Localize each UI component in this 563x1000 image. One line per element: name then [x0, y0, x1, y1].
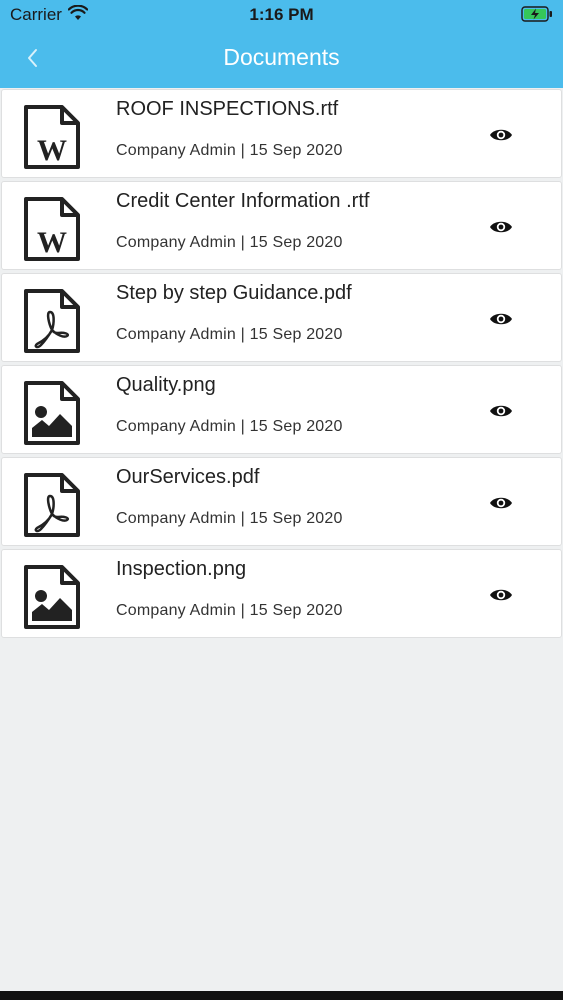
document-row[interactable]: OurServices.pdf Company Admin | 15 Sep 2…	[1, 457, 562, 546]
home-indicator-bar	[0, 991, 563, 1000]
document-name: Inspection.png	[116, 558, 247, 580]
eye-icon[interactable]	[489, 218, 513, 236]
document-name: Quality.png	[116, 374, 216, 396]
eye-icon[interactable]	[489, 126, 513, 144]
eye-icon[interactable]	[489, 310, 513, 328]
clock: 1:16 PM	[249, 5, 314, 24]
document-row[interactable]: W Credit Center Information .rtf Company…	[1, 181, 562, 270]
document-row[interactable]: Inspection.png Company Admin | 15 Sep 20…	[1, 549, 562, 638]
svg-text:W: W	[37, 226, 67, 259]
eye-icon[interactable]	[489, 402, 513, 420]
word-file-icon: W	[24, 105, 80, 169]
word-file-icon: W	[24, 197, 80, 261]
document-meta: Company Admin | 15 Sep 2020	[116, 510, 343, 527]
document-name: OurServices.pdf	[116, 466, 260, 488]
status-bar: Carrier 1:16 PM	[0, 0, 563, 30]
svg-text:W: W	[37, 134, 67, 167]
document-meta: Company Admin | 15 Sep 2020	[116, 142, 343, 159]
document-row[interactable]: Quality.png Company Admin | 15 Sep 2020	[1, 365, 562, 454]
document-name: Credit Center Information .rtf	[116, 190, 370, 212]
document-meta: Company Admin | 15 Sep 2020	[116, 602, 343, 619]
document-row[interactable]: Step by step Guidance.pdf Company Admin …	[1, 273, 562, 362]
document-row[interactable]: W ROOF INSPECTIONS.rtf Company Admin | 1…	[1, 89, 562, 178]
document-meta: Company Admin | 15 Sep 2020	[116, 326, 343, 343]
document-name: ROOF INSPECTIONS.rtf	[116, 98, 339, 120]
document-meta: Company Admin | 15 Sep 2020	[116, 234, 343, 251]
image-file-icon	[24, 381, 80, 445]
eye-icon[interactable]	[489, 586, 513, 604]
pdf-file-icon	[24, 473, 80, 537]
documents-list: W ROOF INSPECTIONS.rtf Company Admin | 1…	[0, 89, 563, 641]
document-name: Step by step Guidance.pdf	[116, 282, 352, 304]
document-meta: Company Admin | 15 Sep 2020	[116, 418, 343, 435]
eye-icon[interactable]	[489, 494, 513, 512]
battery-charging-icon	[521, 6, 552, 22]
pdf-file-icon	[24, 289, 80, 353]
image-file-icon	[24, 565, 80, 629]
page-title: Documents	[223, 44, 340, 70]
